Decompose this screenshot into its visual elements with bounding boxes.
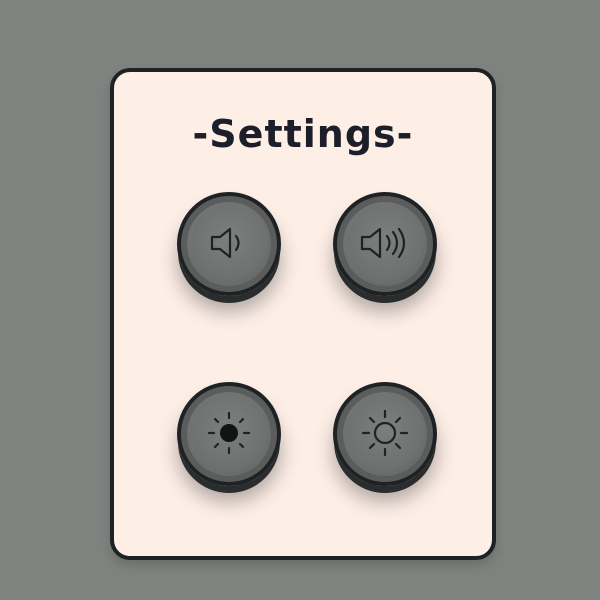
sun-outline-icon — [361, 409, 409, 457]
panel-title: -Settings- — [192, 112, 414, 156]
speaker-high-icon — [360, 227, 406, 259]
brightness-down-button[interactable] — [177, 382, 281, 486]
sun-filled-icon — [207, 411, 251, 455]
volume-down-button[interactable] — [177, 192, 281, 296]
volume-up-button[interactable] — [333, 192, 437, 296]
speaker-low-icon — [210, 227, 240, 259]
settings-panel: -Settings- — [110, 68, 496, 560]
brightness-up-button[interactable] — [333, 382, 437, 486]
